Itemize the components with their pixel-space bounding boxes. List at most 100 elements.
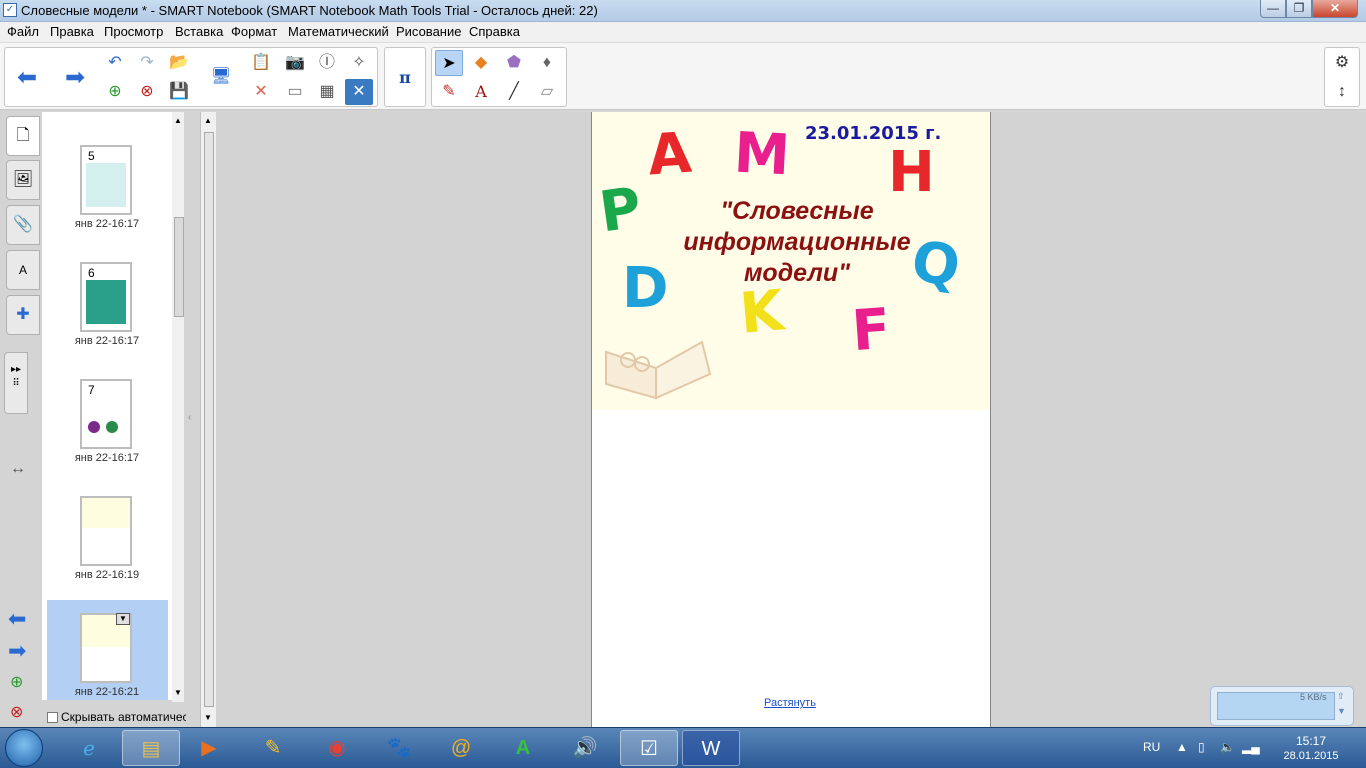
panel-splitter[interactable]: ‹ (186, 112, 200, 727)
clock-date[interactable]: 28.01.2015 (1276, 750, 1346, 762)
media-player-icon[interactable]: ▶ (180, 730, 238, 766)
collapse-tab[interactable]: ▸▸ ⠿ (4, 352, 28, 414)
smart-notebook-icon[interactable]: ☑ (620, 730, 678, 766)
open-book-icon[interactable] (602, 322, 712, 402)
notebook-page[interactable]: 23.01.2015 г. A M H P Q D K F "Словесные… (591, 112, 991, 727)
delete-page-icon[interactable]: ⊗ (133, 79, 161, 105)
menu-help[interactable]: Справка (469, 24, 520, 39)
table-icon[interactable]: ▦ (313, 79, 341, 105)
text-tool-icon[interactable]: Ⓘ (313, 50, 341, 76)
properties-tab[interactable]: A (6, 250, 40, 290)
slide-thumbnail-selected[interactable]: 9 ▼ (80, 613, 132, 683)
chrome-icon[interactable]: ◉ (308, 730, 366, 766)
menu-insert[interactable]: Вставка (175, 24, 223, 39)
tray-device-icon[interactable]: ▯ (1198, 740, 1205, 754)
explorer-folder-icon[interactable]: ▤ (122, 730, 180, 766)
open-folder-icon[interactable]: 📂 (165, 50, 193, 76)
title-bar: ✓ Словесные модели * - SMART Notebook (S… (0, 0, 1366, 22)
gallery-tab[interactable]: 🖼 (6, 160, 40, 200)
toolbar-position-icon[interactable]: ↕ (1328, 79, 1356, 105)
scroll-thumb[interactable] (204, 132, 214, 707)
page-heading[interactable]: "Словесные информационные модели" (647, 196, 947, 289)
pens-icon[interactable]: ✎ (435, 79, 463, 105)
slide-thumbnail[interactable]: 7 (80, 379, 132, 449)
menu-file[interactable]: Файл (7, 24, 39, 39)
autohide-option[interactable]: Скрывать автоматическ (47, 710, 194, 724)
forward-arrow-icon[interactable]: ➡ (61, 65, 89, 91)
save-icon[interactable]: 💾 (165, 79, 193, 105)
stretch-page-link[interactable]: Растянуть (764, 697, 816, 709)
download-arrow-icon: ▼ (1337, 706, 1346, 716)
add-page-icon[interactable]: ⊕ (101, 79, 129, 105)
magic-pen-icon[interactable]: ✧ (345, 50, 373, 76)
back-arrow-icon[interactable]: ⬅ (13, 65, 41, 91)
start-button[interactable] (5, 729, 43, 767)
screen-shade-icon[interactable]: ▭ (281, 79, 309, 105)
letter-f[interactable]: F (850, 297, 893, 365)
language-indicator[interactable]: RU (1143, 740, 1160, 754)
close-tool-icon[interactable]: ✕ (345, 79, 373, 105)
fill-icon[interactable]: ♦ (533, 50, 561, 76)
slide-menu-icon[interactable]: ▼ (116, 613, 130, 625)
screen-capture-icon[interactable]: 📷 (281, 50, 309, 76)
attachments-tab[interactable]: 📎 (6, 205, 40, 245)
text-color-icon[interactable]: A (467, 79, 495, 105)
speaker-app-icon[interactable]: 🔊 (556, 730, 614, 766)
delete-icon[interactable]: ✕ (247, 79, 275, 105)
sorter-scrollbar[interactable]: ▲ ▼ (172, 112, 184, 702)
slide-thumbnail[interactable]: 5 (80, 145, 132, 215)
addons-tab[interactable]: ✚ (6, 295, 40, 335)
paste-icon[interactable]: 📋 (247, 50, 275, 76)
menu-edit[interactable]: Правка (50, 24, 94, 39)
shapes-icon[interactable]: ◆ (467, 50, 495, 76)
scroll-down-icon[interactable]: ▼ (204, 713, 212, 722)
eraser-icon[interactable]: ▱ (533, 79, 561, 105)
eraser-shape-icon[interactable]: ⬟ (500, 50, 528, 76)
scroll-up-icon[interactable]: ▲ (174, 116, 182, 125)
scroll-up-icon[interactable]: ▲ (204, 116, 212, 125)
resize-arrows-icon[interactable]: ↔ (10, 460, 26, 478)
menu-format[interactable]: Формат (231, 24, 277, 39)
page-sorter-tab[interactable]: 🗋 (6, 116, 40, 156)
menu-draw[interactable]: Рисование (396, 24, 461, 39)
letter-m[interactable]: M (732, 121, 791, 189)
slide-thumbnail[interactable]: 8 (80, 496, 132, 566)
redo-icon[interactable]: ↷ (133, 50, 161, 76)
next-page-icon[interactable]: ➡ (8, 638, 26, 664)
mail-agent-icon[interactable]: @ (432, 730, 490, 766)
scroll-thumb[interactable] (174, 217, 184, 317)
slide-timestamp: янв 22-16:17 (74, 452, 140, 464)
paint-icon[interactable]: ✎ (244, 730, 302, 766)
app-a-icon[interactable]: A (494, 730, 552, 766)
internet-explorer-icon[interactable]: e (60, 730, 118, 766)
letter-a[interactable]: A (646, 121, 694, 189)
tray-arrow-icon[interactable]: ▲ (1176, 740, 1188, 754)
close-button[interactable]: ✕ (1312, 0, 1358, 18)
scroll-down-icon[interactable]: ▼ (174, 688, 182, 697)
maximize-button[interactable]: ❐ (1286, 0, 1312, 18)
clock-time[interactable]: 15:17 (1276, 734, 1346, 748)
slide-timestamp: янв 22-16:19 (74, 569, 140, 581)
menu-math[interactable]: Математический (288, 24, 389, 39)
menu-view[interactable]: Просмотр (104, 24, 163, 39)
volume-icon[interactable]: 🔈 (1220, 740, 1235, 754)
autohide-checkbox[interactable] (47, 712, 58, 724)
screen-display-icon[interactable]: 🖥 (207, 64, 235, 90)
word-icon[interactable]: W (682, 730, 740, 766)
select-arrow-icon[interactable]: ➤ (435, 50, 463, 76)
minimize-button[interactable]: — (1260, 0, 1286, 18)
undo-icon[interactable]: ↶ (101, 50, 129, 76)
canvas-scrollbar[interactable]: ▲ ▼ (200, 112, 216, 727)
math-pi-icon[interactable]: π (391, 65, 419, 91)
slide-thumbnail[interactable]: 6 (80, 262, 132, 332)
menu-bar: Файл Правка Просмотр Вставка Формат Мате… (0, 22, 1366, 42)
gimp-icon[interactable]: 🐾 (370, 730, 428, 766)
network-meter[interactable]: ⇧ ▼ (1210, 686, 1354, 726)
signal-icon[interactable]: ▂▄ (1242, 740, 1260, 754)
add-page-icon[interactable]: ⊕ (10, 672, 23, 692)
letter-p[interactable]: P (596, 175, 646, 245)
delete-page-icon[interactable]: ⊗ (10, 702, 23, 722)
gear-icon[interactable]: ⚙ (1328, 50, 1356, 76)
line-icon[interactable]: ╱ (500, 79, 528, 105)
prev-page-icon[interactable]: ⬅ (8, 606, 26, 632)
